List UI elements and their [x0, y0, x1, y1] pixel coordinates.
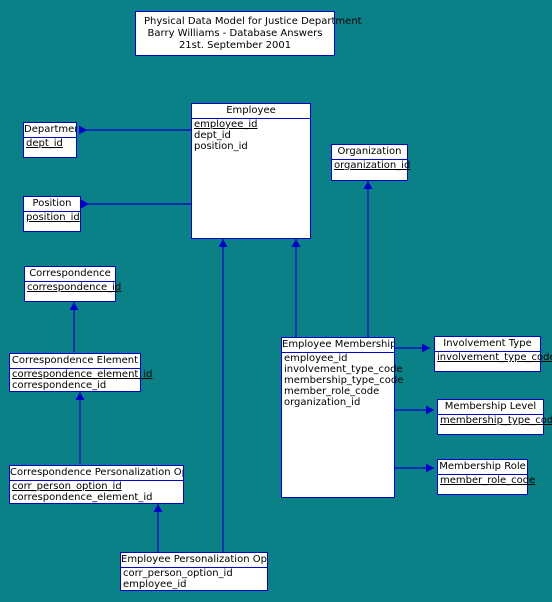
attribute-involvement-type-code: involvement_type_code: [284, 364, 403, 375]
entity-organization[interactable]: Organization organization_id: [331, 144, 411, 181]
attribute-correspondence-id: correspondence_id: [12, 380, 107, 391]
attribute-membership-type-code: membership_type_code: [284, 375, 404, 386]
entity-position[interactable]: Position position_id: [23, 196, 81, 232]
attribute-corr-person-option-id: corr_person_option_id: [123, 568, 233, 579]
entity-attributes: position_id: [24, 212, 80, 223]
er-diagram-canvas: Physical Data Model for Justice Departme…: [0, 0, 552, 602]
attribute-employee-id: employee_id: [123, 579, 187, 590]
attribute-dept-id: dept_id: [26, 138, 63, 149]
attribute-member-role-code: member_role_code: [440, 475, 536, 486]
attribute-employee-id: employee_id: [284, 353, 348, 364]
title-line-3: 21st. September 2001: [178, 40, 292, 51]
entity-department[interactable]: Department dept_id: [23, 122, 77, 158]
entity-attributes: corr_person_option_id employee_id: [121, 568, 267, 590]
attribute-member-role-code: member_role_code: [284, 386, 380, 397]
entity-involvement-type[interactable]: Involvement Type involvement_type_code: [434, 336, 552, 372]
attribute-position-id: position_id: [26, 212, 80, 223]
entity-attributes: correspondence_id: [25, 282, 122, 293]
entity-correspondence-element[interactable]: Correspondence Element correspondence_el…: [9, 353, 153, 392]
entity-employee-personalization-option[interactable]: Employee Personalization Option corr_per…: [120, 552, 268, 591]
entity-attributes: employee_id involvement_type_code member…: [282, 353, 404, 408]
attribute-involvement-type-code: involvement_type_code: [437, 352, 552, 363]
attribute-correspondence-id: correspondence_id: [27, 282, 122, 293]
attribute-dept-id: dept_id: [194, 130, 231, 141]
entity-title: Employee: [192, 104, 310, 119]
entity-employee-membership[interactable]: Employee Membership employee_id involvem…: [281, 337, 404, 498]
entity-correspondence-personalization-option[interactable]: Correspondence Personalization Option co…: [9, 465, 184, 504]
entity-title: Correspondence Element: [10, 354, 140, 369]
entity-attributes: organization_id: [332, 160, 411, 171]
entity-attributes: dept_id: [24, 138, 76, 149]
entity-title: Department: [24, 123, 76, 138]
attribute-organization-id: organization_id: [334, 160, 411, 171]
entity-attributes: membership_type_code: [438, 415, 552, 426]
attribute-corr-person-option-id: corr_person_option_id: [12, 481, 122, 492]
attribute-position-id: position_id: [194, 141, 248, 152]
attribute-correspondence-element-id: correspondence_element_id: [12, 369, 153, 380]
attribute-correspondence-element-id: correspondence_element_id: [12, 492, 153, 503]
entity-correspondence[interactable]: Correspondence correspondence_id: [24, 266, 122, 302]
entity-title: Employee Personalization Option: [121, 553, 267, 568]
entity-attributes: member_role_code: [438, 475, 536, 486]
entity-attributes: correspondence_element_id correspondence…: [10, 369, 153, 391]
entity-attributes: employee_id dept_id position_id: [192, 119, 310, 152]
entity-title: Position: [24, 197, 80, 212]
entity-membership-level[interactable]: Membership Level membership_type_code: [437, 399, 552, 435]
entity-employee[interactable]: Employee employee_id dept_id position_id: [191, 103, 311, 239]
entity-membership-role[interactable]: Membership Role member_role_code: [437, 459, 536, 495]
entity-title: Involvement Type: [435, 337, 540, 352]
entity-title: Employee Membership: [282, 338, 394, 353]
attribute-organization-id: organization_id: [284, 397, 361, 408]
title-line-2: Barry Williams - Database Answers: [147, 28, 323, 39]
entity-title: Membership Role: [438, 460, 527, 475]
entity-title: Membership Level: [438, 400, 543, 415]
entity-title: Correspondence Personalization Option: [10, 466, 183, 481]
entity-attributes: corr_person_option_id correspondence_ele…: [10, 481, 183, 503]
attribute-employee-id: employee_id: [194, 119, 258, 130]
entity-attributes: involvement_type_code: [435, 352, 552, 363]
title-line-1: Physical Data Model for Justice Departme…: [144, 16, 362, 27]
diagram-title-box: Physical Data Model for Justice Departme…: [135, 11, 362, 56]
attribute-membership-type-code: membership_type_code: [440, 415, 552, 426]
entity-title: Organization: [332, 145, 407, 160]
entity-title: Correspondence: [25, 267, 115, 282]
